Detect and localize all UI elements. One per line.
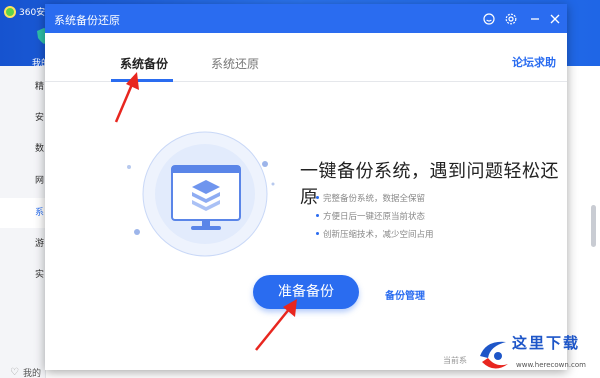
sidebar-item[interactable]: 数 [0, 134, 46, 164]
dialog-title: 系统备份还原 [54, 14, 120, 27]
tab-system-restore[interactable]: 系统还原 [211, 55, 259, 72]
dialog-tab-bar: 系统备份 系统还原 论坛求助 [45, 33, 567, 82]
sidebar-item[interactable]: 精 [0, 72, 46, 102]
favorites-label: 我的 [22, 369, 41, 378]
sidebar-item[interactable]: 安 [0, 103, 46, 133]
bullet [316, 232, 319, 235]
app-logo-icon [4, 5, 16, 18]
heart-icon: ♡ [10, 367, 19, 378]
bullet [316, 196, 319, 199]
sidebar-item-active[interactable]: 系 [0, 198, 46, 228]
dialog-content: 一键备份系统，遇到问题轻松还原 完整备份系统，数据全保留 方便日后一键还原当前状… [45, 82, 567, 370]
feature-text: 完整备份系统，数据全保留 [323, 194, 426, 204]
watermark-url: www.herecown.com [516, 361, 586, 369]
tab-system-backup[interactable]: 系统备份 [120, 55, 168, 72]
backup-management-link[interactable]: 备份管理 [385, 287, 425, 302]
start-backup-button[interactable]: 准备备份 [253, 275, 359, 309]
feature-item: 方便日后一键还原当前状态 [316, 210, 426, 222]
feature-text: 方便日后一键还原当前状态 [323, 212, 426, 222]
current-system-label: 当前系 [443, 356, 467, 365]
backup-illustration [127, 131, 275, 257]
feature-item: 创新压缩技术，减少空间占用 [316, 228, 434, 240]
scrollbar-thumb[interactable] [591, 205, 596, 247]
watermark-text: 这里下载 [512, 334, 581, 352]
background-sidebar: 精 安 数 网 系 游 实 ♡ 我的 [0, 66, 46, 378]
sidebar-item[interactable]: 实 [0, 260, 46, 290]
minimize-icon[interactable] [527, 11, 542, 26]
feature-item: 完整备份系统，数据全保留 [316, 192, 426, 204]
backup-restore-dialog: 系统备份还原 系统备份 系统还原 论坛求助 一键备份系统，遇到问题轻松还原 完整… [45, 4, 567, 370]
close-icon[interactable] [547, 11, 562, 26]
watermark-logo [480, 341, 508, 369]
forum-help-link[interactable]: 论坛求助 [512, 54, 556, 70]
smile-icon[interactable] [481, 11, 496, 26]
sidebar-favorites[interactable]: ♡ 我的 [10, 366, 41, 378]
sidebar-item[interactable]: 网 [0, 166, 46, 196]
bullet [316, 214, 319, 217]
gear-icon[interactable] [503, 11, 518, 26]
sidebar-item[interactable]: 游 [0, 229, 46, 259]
dialog-titlebar: 系统备份还原 [45, 4, 567, 33]
feature-text: 创新压缩技术，减少空间占用 [323, 230, 434, 240]
site-watermark: 这里下载 www.herecown.com [472, 332, 600, 378]
